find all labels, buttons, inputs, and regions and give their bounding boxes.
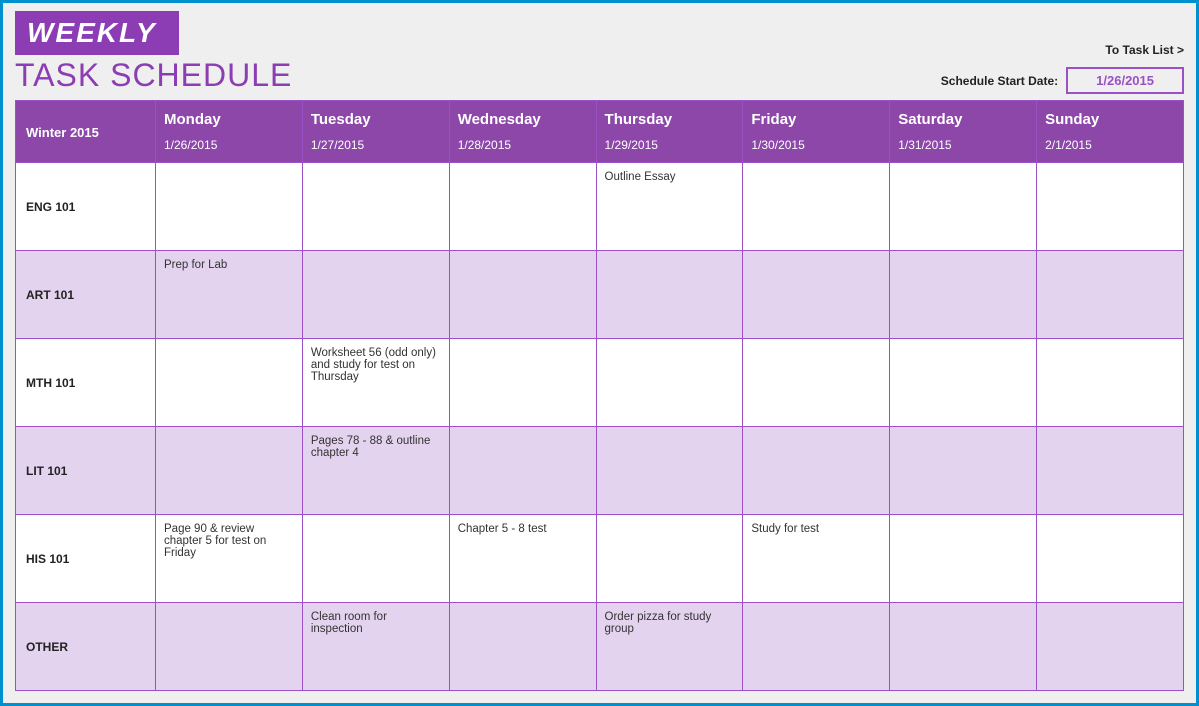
table-row: MTH 101 Worksheet 56 (odd only) and study…: [16, 339, 1184, 427]
schedule-cell[interactable]: [1037, 163, 1184, 251]
day-header-thu: Thursday1/29/2015: [596, 101, 743, 163]
row-label: HIS 101: [16, 515, 156, 603]
schedule-cell[interactable]: [1037, 515, 1184, 603]
schedule-cell[interactable]: [596, 515, 743, 603]
schedule-cell[interactable]: [596, 339, 743, 427]
row-label: MTH 101: [16, 339, 156, 427]
row-label: ENG 101: [16, 163, 156, 251]
day-header-sun: Sunday2/1/2015: [1037, 101, 1184, 163]
schedule-cell[interactable]: [890, 339, 1037, 427]
schedule-cell[interactable]: Clean room for inspection: [302, 603, 449, 691]
schedule-table: Winter 2015 Monday1/26/2015 Tuesday1/27/…: [15, 100, 1184, 691]
table-row: ART 101Prep for Lab: [16, 251, 1184, 339]
to-task-list-link[interactable]: To Task List >: [1105, 43, 1184, 57]
schedule-cell[interactable]: [449, 603, 596, 691]
schedule-cell[interactable]: [890, 427, 1037, 515]
row-label: ART 101: [16, 251, 156, 339]
schedule-cell[interactable]: [156, 603, 303, 691]
weekly-task-schedule: WEEKLY TASK SCHEDULE To Task List > Sche…: [0, 0, 1199, 706]
schedule-cell[interactable]: Study for test: [743, 515, 890, 603]
schedule-cell[interactable]: [156, 339, 303, 427]
schedule-cell[interactable]: Pages 78 - 88 & outline chapter 4: [302, 427, 449, 515]
schedule-cell[interactable]: [302, 163, 449, 251]
schedule-cell[interactable]: [743, 163, 890, 251]
schedule-cell[interactable]: [449, 251, 596, 339]
row-label: LIT 101: [16, 427, 156, 515]
meta-block: To Task List > Schedule Start Date: 1/26…: [941, 43, 1184, 94]
schedule-cell[interactable]: [743, 603, 890, 691]
schedule-cell[interactable]: [743, 427, 890, 515]
schedule-cell[interactable]: [156, 427, 303, 515]
schedule-cell[interactable]: [596, 427, 743, 515]
schedule-cell[interactable]: Outline Essay: [596, 163, 743, 251]
schedule-cell[interactable]: [1037, 251, 1184, 339]
schedule-cell[interactable]: [449, 339, 596, 427]
schedule-cell[interactable]: [890, 515, 1037, 603]
schedule-cell[interactable]: Order pizza for study group: [596, 603, 743, 691]
header: WEEKLY TASK SCHEDULE To Task List > Sche…: [15, 11, 1184, 94]
title-subtitle: TASK SCHEDULE: [15, 57, 292, 94]
schedule-cell[interactable]: [890, 603, 1037, 691]
day-header-mon: Monday1/26/2015: [156, 101, 303, 163]
schedule-cell[interactable]: [1037, 427, 1184, 515]
day-header-tue: Tuesday1/27/2015: [302, 101, 449, 163]
table-row: ENG 101 Outline Essay: [16, 163, 1184, 251]
day-header-wed: Wednesday1/28/2015: [449, 101, 596, 163]
schedule-cell[interactable]: [596, 251, 743, 339]
table-row: OTHER Clean room for inspection Order pizz…: [16, 603, 1184, 691]
schedule-cell[interactable]: [302, 251, 449, 339]
table-row: LIT 101 Pages 78 - 88 & outline chapter 4: [16, 427, 1184, 515]
period-label: Winter 2015: [16, 101, 156, 163]
schedule-cell[interactable]: Page 90 & review chapter 5 for test on F…: [156, 515, 303, 603]
schedule-cell[interactable]: Worksheet 56 (odd only) and study for te…: [302, 339, 449, 427]
schedule-body: ENG 101Outline EssayART 101Prep for LabM…: [16, 163, 1184, 691]
schedule-cell[interactable]: [890, 251, 1037, 339]
schedule-cell[interactable]: Chapter 5 - 8 test: [449, 515, 596, 603]
table-row: HIS 101Page 90 & review chapter 5 for te…: [16, 515, 1184, 603]
row-label: OTHER: [16, 603, 156, 691]
schedule-cell[interactable]: [449, 163, 596, 251]
schedule-cell[interactable]: Prep for Lab: [156, 251, 303, 339]
header-row: Winter 2015 Monday1/26/2015 Tuesday1/27/…: [16, 101, 1184, 163]
schedule-cell[interactable]: [890, 163, 1037, 251]
title-banner: WEEKLY: [15, 11, 179, 55]
schedule-cell[interactable]: [156, 163, 303, 251]
day-header-sat: Saturday1/31/2015: [890, 101, 1037, 163]
start-date-label: Schedule Start Date:: [941, 74, 1058, 88]
schedule-cell[interactable]: [302, 515, 449, 603]
schedule-cell[interactable]: [743, 251, 890, 339]
start-date-input[interactable]: 1/26/2015: [1066, 67, 1184, 94]
schedule-cell[interactable]: [1037, 603, 1184, 691]
day-header-fri: Friday1/30/2015: [743, 101, 890, 163]
title-block: WEEKLY TASK SCHEDULE: [15, 11, 292, 94]
schedule-cell[interactable]: [1037, 339, 1184, 427]
schedule-cell[interactable]: [743, 339, 890, 427]
schedule-cell[interactable]: [449, 427, 596, 515]
